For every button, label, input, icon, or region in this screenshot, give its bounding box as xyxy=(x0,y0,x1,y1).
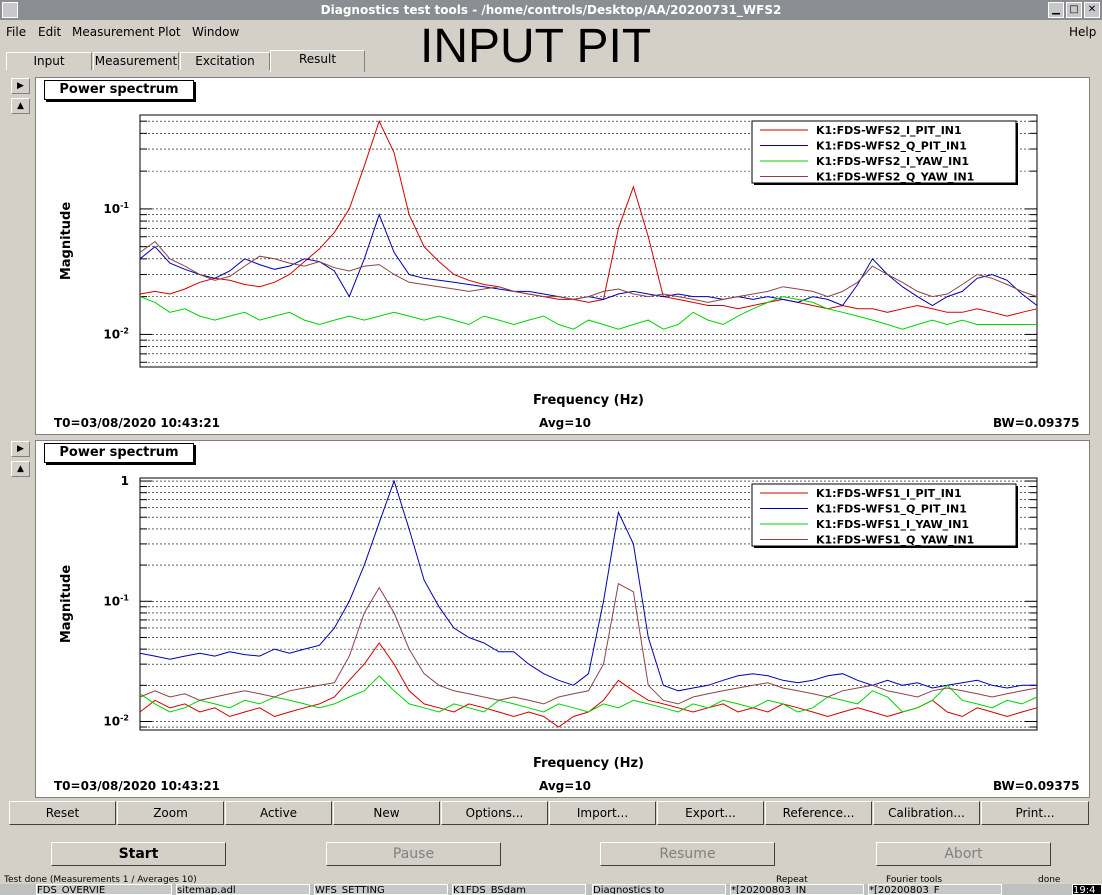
active-button[interactable]: Active xyxy=(225,801,332,825)
y-axis-label: Magnitude xyxy=(59,565,74,644)
reference-button[interactable]: Reference... xyxy=(765,801,872,825)
legend-entry: K1:FDS-WFS2_I_PIT_IN1 xyxy=(816,124,962,137)
close-icon[interactable]: ✕ xyxy=(1084,2,1100,18)
legend-entry: K1:FDS-WFS2_I_YAW_IN1 xyxy=(816,155,969,168)
new-button[interactable]: New xyxy=(333,801,440,825)
options-button[interactable]: Options... xyxy=(441,801,548,825)
overlay-title: INPUT PIT xyxy=(420,20,652,73)
legend: K1:FDS-WFS1_I_PIT_IN1 K1:FDS-WFS1_Q_PIT_I… xyxy=(751,483,1018,548)
menu-measurement[interactable]: Measurement xyxy=(72,25,154,39)
export-button[interactable]: Export... xyxy=(657,801,764,825)
print-button[interactable]: Print... xyxy=(981,801,1089,825)
taskbar-item-2[interactable]: sitemap.adl xyxy=(176,884,310,895)
y-tick-label: 10-2 xyxy=(103,326,129,341)
menu-edit[interactable]: Edit xyxy=(38,25,61,39)
pad-next-button-2[interactable]: ▶ xyxy=(11,441,30,457)
legend-entry: K1:FDS-WFS2_Q_PIT_IN1 xyxy=(816,140,967,153)
taskbar-item-6[interactable]: *[20200803_IN xyxy=(730,884,864,895)
legend-entry: K1:FDS-WFS2_Q_YAW_IN1 xyxy=(816,171,974,184)
plot-panel-2: 1 10-1 10-2 Magnitude Frequency (Hz) K1:FDS-W… xyxy=(35,440,1090,798)
pad-up-button-2[interactable]: ▲ xyxy=(11,461,30,477)
tab-excitation[interactable]: Excitation xyxy=(180,52,270,70)
plot-panel-1: 10-1 10-2 Magnitude Frequency (Hz) K1:FDS-WF… xyxy=(35,77,1090,435)
x-axis-label: Frequency (Hz) xyxy=(533,756,644,771)
pad-up-button-1[interactable]: ▲ xyxy=(11,98,30,114)
y-axis-label: Magnitude xyxy=(59,202,74,281)
reset-button[interactable]: Reset xyxy=(9,801,116,825)
series-line-3 xyxy=(139,296,1037,330)
plot-button-row: Reset Zoom Active New Options... Import.… xyxy=(9,801,1089,825)
legend-entry: K1:FDS-WFS1_I_YAW_IN1 xyxy=(816,518,969,531)
resume-button[interactable]: Resume xyxy=(600,842,775,866)
tab-measurement[interactable]: Measurement xyxy=(93,52,179,70)
menu-plot[interactable]: Plot xyxy=(158,25,181,39)
y-tick-label: 1 xyxy=(121,474,129,488)
panel-title-2: Power spectrum xyxy=(44,443,194,463)
info-t0-1: T0=03/08/2020 10:43:21 xyxy=(54,416,221,430)
taskbar-item-7[interactable]: *[20200803_F xyxy=(868,884,1002,895)
panel-title-1: Power spectrum xyxy=(44,80,194,100)
maximize-icon[interactable]: □ xyxy=(1066,2,1082,18)
y-tick-label: 10-2 xyxy=(103,714,129,729)
import-button[interactable]: Import... xyxy=(549,801,656,825)
calibration-button[interactable]: Calibration... xyxy=(873,801,980,825)
window-menu-icon[interactable] xyxy=(2,2,18,18)
pad-next-button-1[interactable]: ▶ xyxy=(11,78,30,94)
taskbar-item-3[interactable]: WFS_SETTING xyxy=(314,884,448,895)
legend: K1:FDS-WFS2_I_PIT_IN1 K1:FDS-WFS2_Q_PIT_I… xyxy=(751,120,1018,185)
legend-entry: K1:FDS-WFS1_Q_PIT_IN1 xyxy=(816,503,967,516)
y-tick-label: 10-1 xyxy=(103,201,129,216)
y-tick-label: 10-1 xyxy=(103,593,129,608)
series-line-4 xyxy=(139,582,1038,705)
legend-entry: K1:FDS-WFS1_Q_YAW_IN1 xyxy=(816,534,974,547)
window-title: Diagnostics test tools - /home/controls/… xyxy=(320,3,782,17)
taskbar-clock: 19:4 xyxy=(1072,884,1102,895)
info-t0-2: T0=03/08/2020 10:43:21 xyxy=(54,779,221,793)
info-avg-1: Avg=10 xyxy=(539,416,592,430)
info-avg-2: Avg=10 xyxy=(539,779,592,793)
x-axis-label: Frequency (Hz) xyxy=(533,393,644,408)
menu-help[interactable]: Help xyxy=(1069,25,1096,39)
minimize-icon[interactable]: ▁ xyxy=(1048,2,1064,18)
abort-button[interactable]: Abort xyxy=(876,842,1051,866)
pause-button[interactable]: Pause xyxy=(326,842,501,866)
taskbar-item-1[interactable]: FDS_OVERVIE xyxy=(36,884,172,895)
zoom-button[interactable]: Zoom xyxy=(117,801,224,825)
menu-window[interactable]: Window xyxy=(192,25,239,39)
info-bw-1: BW=0.09375 xyxy=(993,416,1080,430)
plot-svg-2[interactable]: 1 10-1 10-2 Magnitude Frequency (Hz) K1:FDS-W… xyxy=(36,441,1089,797)
info-bw-2: BW=0.09375 xyxy=(993,779,1080,793)
tab-result[interactable]: Result xyxy=(270,50,365,72)
taskbar-item-5[interactable]: Diagnostics to xyxy=(592,884,726,895)
window-titlebar: Diagnostics test tools - /home/controls/… xyxy=(0,0,1102,20)
tab-input[interactable]: Input xyxy=(6,52,92,70)
plot-svg-1[interactable]: 10-1 10-2 Magnitude Frequency (Hz) K1:FDS-WF… xyxy=(36,78,1089,434)
series-line-4 xyxy=(139,240,1038,303)
menu-file[interactable]: File xyxy=(6,25,26,39)
legend-entry: K1:FDS-WFS1_I_PIT_IN1 xyxy=(816,487,962,500)
taskbar-item-4[interactable]: K1FDS_BSdam xyxy=(452,884,586,895)
start-button[interactable]: Start xyxy=(51,842,226,866)
